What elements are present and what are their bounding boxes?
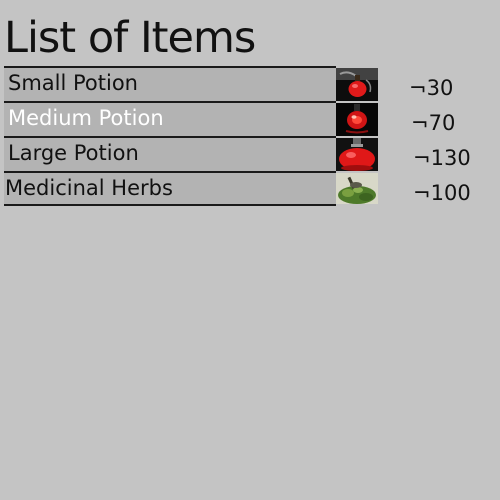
item-price: ¬130 — [413, 146, 471, 170]
large-potion-icon — [336, 138, 378, 171]
item-name: Large Potion — [8, 141, 139, 165]
item-price: ¬30 — [409, 76, 454, 100]
item-name: Medium Potion — [8, 106, 164, 130]
item-price: ¬70 — [411, 111, 456, 135]
item-name: Medicinal Herbs — [5, 176, 173, 200]
list-item-medium-potion[interactable]: Medium Potion ¬70 — [4, 101, 455, 136]
page-title: List of Items — [4, 13, 256, 63]
list-item-large-potion[interactable]: Large Potion ¬130 — [4, 136, 471, 171]
item-name: Small Potion — [8, 71, 138, 95]
list-item-medicinal-herbs[interactable]: Medicinal Herbs ¬100 — [4, 171, 471, 206]
medicinal-herbs-icon — [336, 173, 378, 204]
small-potion-icon — [336, 68, 378, 101]
item-price: ¬100 — [413, 181, 471, 205]
medium-potion-icon — [336, 103, 378, 136]
list-item-small-potion[interactable]: Small Potion ¬30 — [4, 66, 453, 101]
